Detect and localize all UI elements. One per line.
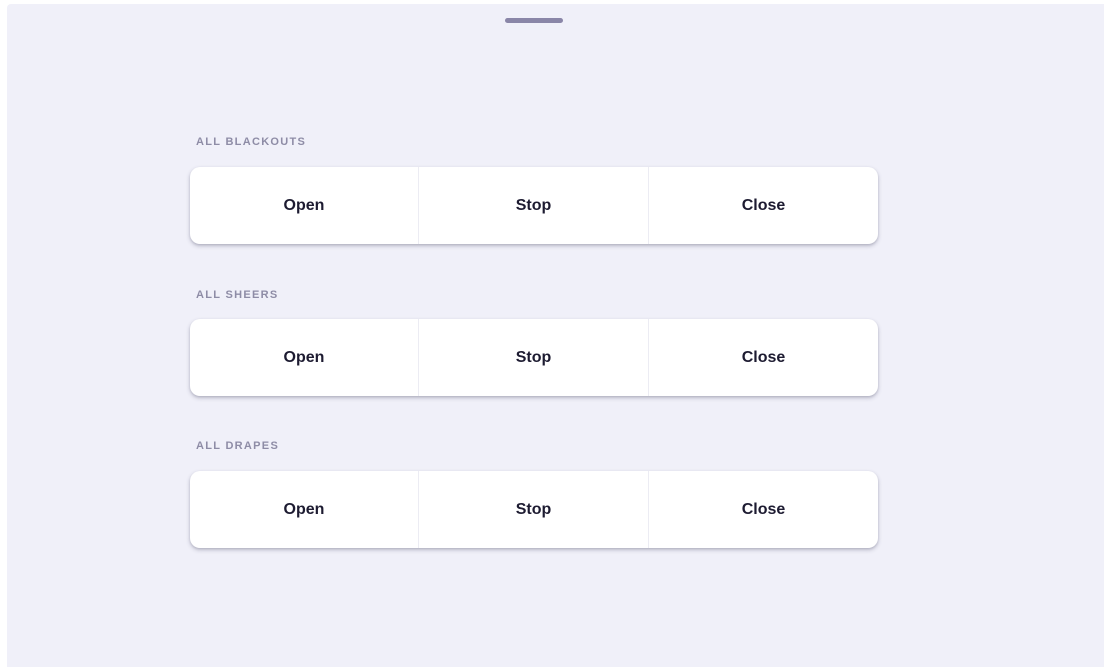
blackouts-button-row: Open Stop Close: [190, 167, 878, 244]
blackouts-open-button[interactable]: Open: [190, 167, 418, 244]
sheers-stop-button[interactable]: Stop: [418, 319, 648, 396]
sheers-close-button[interactable]: Close: [648, 319, 878, 396]
drapes-close-button[interactable]: Close: [648, 471, 878, 548]
drapes-open-button[interactable]: Open: [190, 471, 418, 548]
group-label-blackouts: ALL BLACKOUTS: [196, 136, 307, 148]
drapes-button-row: Open Stop Close: [190, 471, 878, 548]
drapes-stop-button[interactable]: Stop: [418, 471, 648, 548]
group-label-drapes: ALL DRAPES: [196, 440, 280, 452]
sheers-open-button[interactable]: Open: [190, 319, 418, 396]
blackouts-close-button[interactable]: Close: [648, 167, 878, 244]
group-label-sheers: ALL SHEERS: [196, 289, 279, 301]
blackouts-stop-button[interactable]: Stop: [418, 167, 648, 244]
sheers-button-row: Open Stop Close: [190, 319, 878, 396]
drag-handle[interactable]: [505, 18, 563, 23]
